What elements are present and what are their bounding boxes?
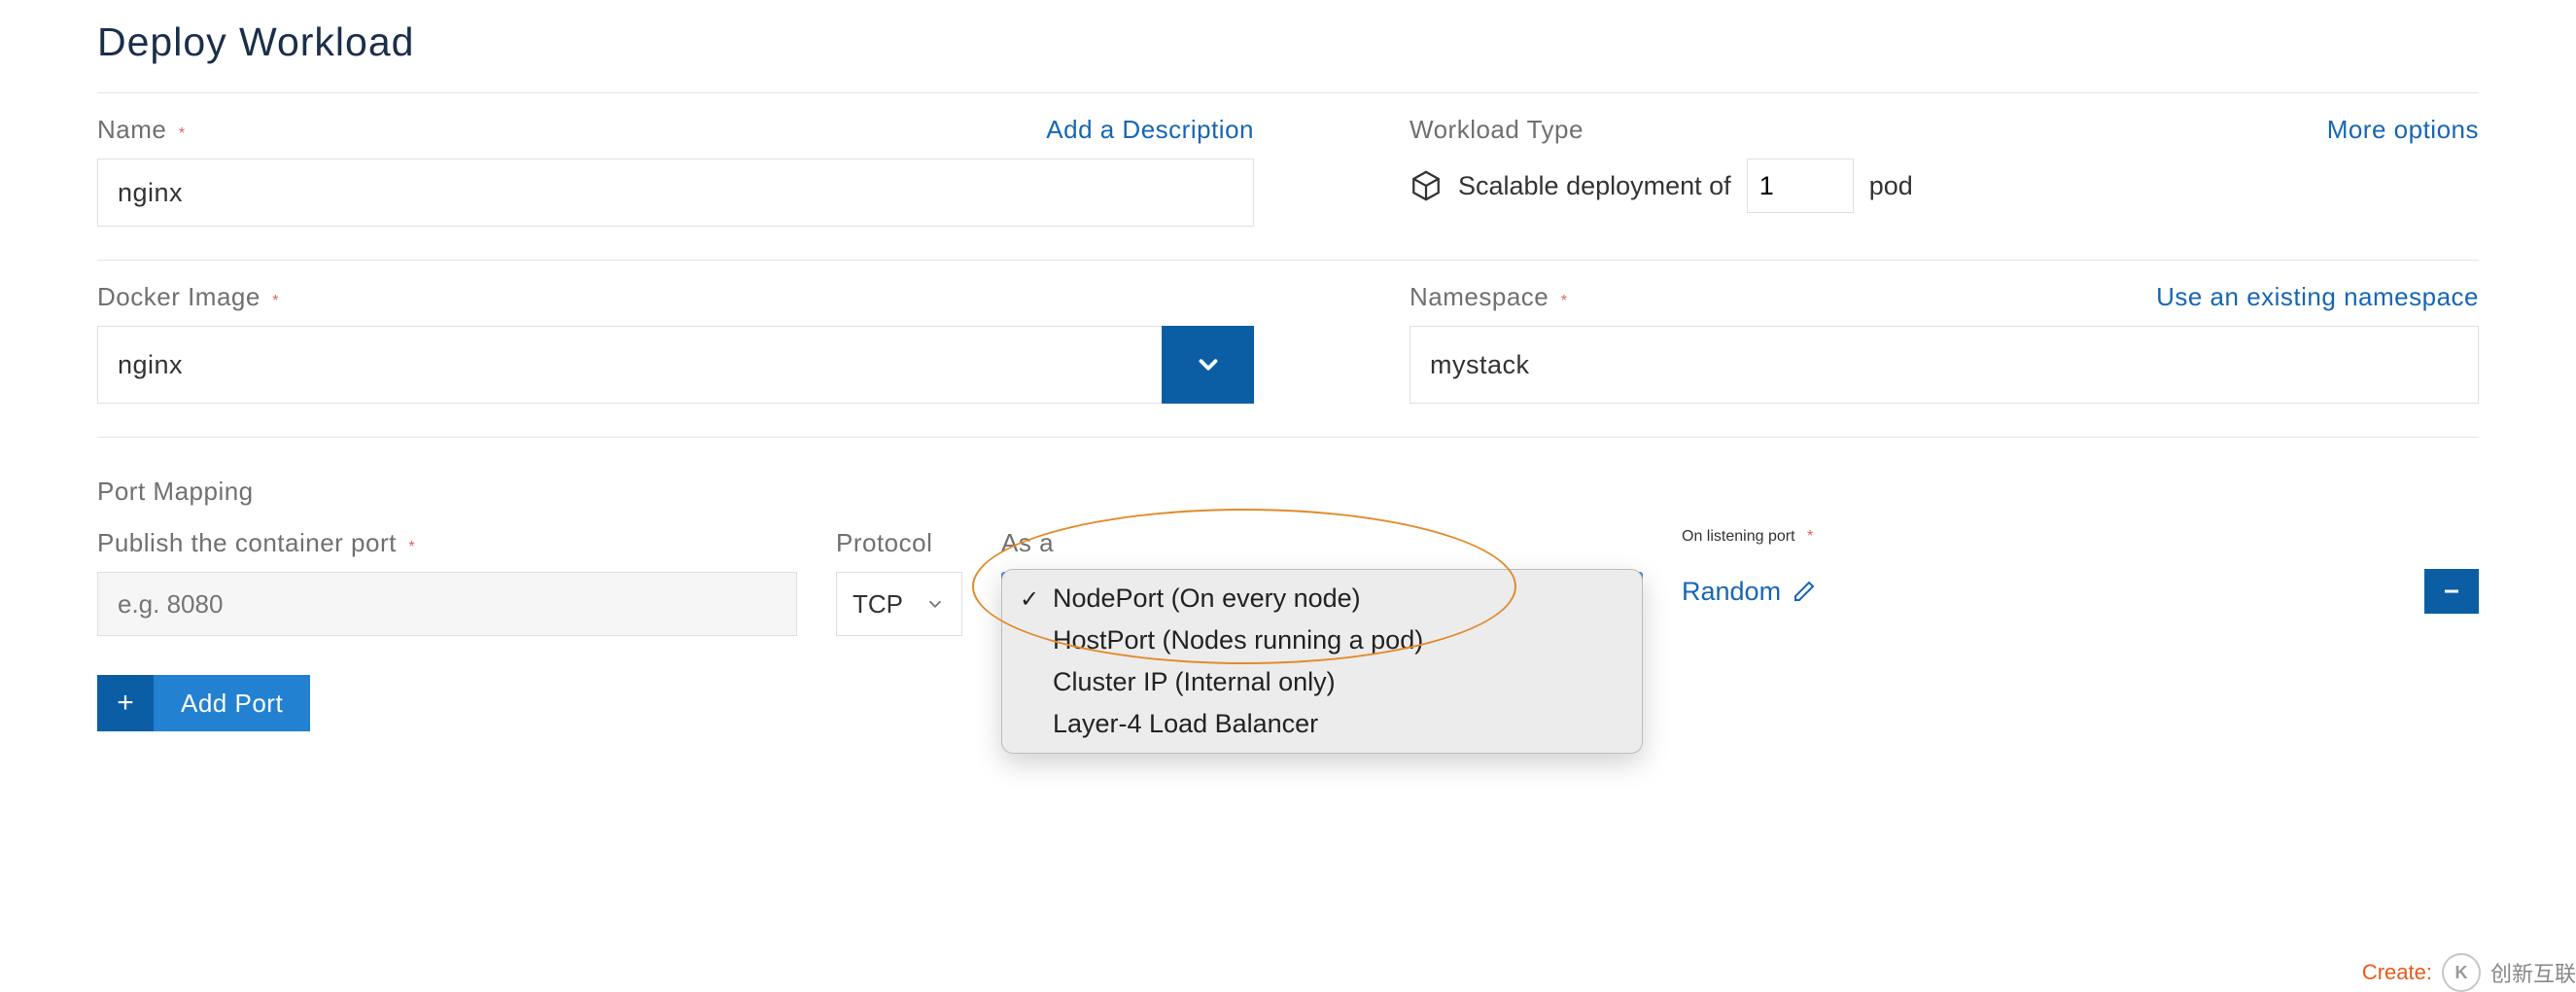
- label-workload-type: Workload Type: [1410, 115, 1584, 145]
- label-protocol: Protocol: [836, 528, 962, 558]
- workload-type-line: Scalable deployment of pod: [1410, 159, 2479, 213]
- remove-port-button[interactable]: [2424, 569, 2479, 614]
- docker-image-dropdown-button[interactable]: [1162, 326, 1254, 404]
- dropdown-option-lb[interactable]: Layer-4 Load Balancer: [1002, 703, 1642, 745]
- dropdown-option-label: HostPort (Nodes running a pod): [1053, 625, 1423, 655]
- protocol-value: TCP: [853, 589, 903, 620]
- required-mark: *: [1807, 528, 1813, 545]
- docker-image-input[interactable]: [97, 326, 1162, 404]
- more-options-link[interactable]: More options: [2327, 115, 2479, 145]
- use-existing-namespace-link[interactable]: Use an existing namespace: [2156, 282, 2479, 312]
- add-description-link[interactable]: Add a Description: [1046, 115, 1254, 145]
- chevron-down-icon: [1194, 350, 1223, 379]
- footer-watermark: Create: K 创新互联: [2362, 953, 2576, 992]
- minus-icon: [2440, 580, 2463, 603]
- listening-port-value[interactable]: Random: [1682, 559, 1816, 623]
- page-title: Deploy Workload: [97, 19, 2479, 65]
- port-mapping-row: Publish the container port * Protocol TC…: [97, 528, 2479, 636]
- add-port-label: Add Port: [154, 675, 310, 731]
- row-name-workloadtype: Name * Add a Description Workload Type M…: [97, 93, 2479, 260]
- dropdown-option-hostport[interactable]: HostPort (Nodes running a pod): [1002, 620, 1642, 661]
- dropdown-option-label: Cluster IP (Internal only): [1053, 667, 1336, 696]
- dropdown-option-label: Layer-4 Load Balancer: [1053, 709, 1318, 738]
- required-mark: *: [408, 539, 414, 555]
- label-port-mapping: Port Mapping: [97, 477, 2479, 507]
- label-name: Name: [97, 115, 166, 144]
- plus-icon: +: [97, 675, 154, 731]
- footer-create: Create:: [2362, 960, 2432, 985]
- dropdown-option-label: NodePort (On every node): [1053, 584, 1361, 613]
- label-docker-image: Docker Image: [97, 282, 261, 311]
- namespace-input[interactable]: [1410, 326, 2479, 404]
- pencil-icon: [1793, 580, 1816, 603]
- row-image-namespace: Docker Image * Namespace * Use an e: [97, 261, 2479, 437]
- label-namespace: Namespace: [1410, 282, 1549, 311]
- footer-brand: 创新互联: [2490, 957, 2576, 988]
- label-as-a: As a: [1001, 528, 1643, 558]
- name-input[interactable]: [97, 159, 1254, 227]
- required-mark: *: [179, 125, 185, 142]
- port-mapping-section: Port Mapping Publish the container port …: [97, 438, 2479, 731]
- label-publish-port: Publish the container port: [97, 528, 397, 557]
- pod-count-input[interactable]: [1747, 159, 1854, 213]
- footer-badge-icon: K: [2442, 953, 2481, 992]
- label-listening-port: On listening port: [1682, 528, 1795, 545]
- listening-port-text: Random: [1682, 577, 1781, 607]
- as-a-dropdown: ✓ NodePort (On every node) HostPort (Nod…: [1001, 569, 1643, 754]
- protocol-select[interactable]: TCP: [836, 572, 962, 636]
- dropdown-option-nodeport[interactable]: ✓ NodePort (On every node): [1002, 578, 1642, 620]
- chevron-down-icon: [924, 593, 946, 615]
- cube-icon: [1410, 169, 1443, 202]
- required-mark: *: [272, 293, 278, 309]
- publish-port-input[interactable]: [97, 572, 797, 636]
- add-port-button[interactable]: + Add Port: [97, 675, 310, 731]
- check-icon: ✓: [1020, 585, 1039, 614]
- workload-type-text-pre: Scalable deployment of: [1458, 171, 1731, 201]
- workload-type-text-post: pod: [1869, 171, 1913, 201]
- dropdown-option-clusterip[interactable]: Cluster IP (Internal only): [1002, 661, 1642, 703]
- required-mark: *: [1561, 293, 1567, 309]
